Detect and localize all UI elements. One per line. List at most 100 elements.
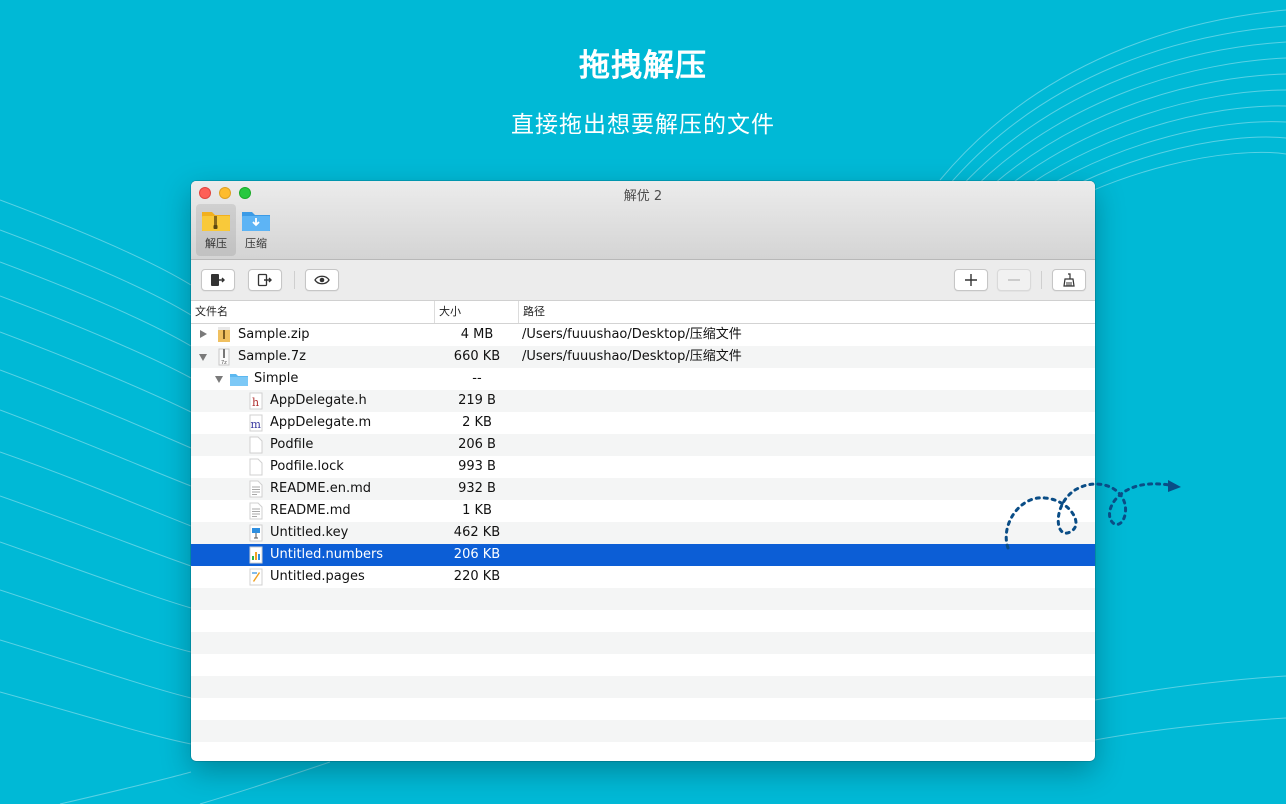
column-header-path[interactable]: 路径 [519,301,1095,323]
empty-row [191,654,1095,676]
text-document-icon [249,480,263,498]
mode-tabs: 解压 压缩 [196,204,276,256]
file-name: Podfile.lock [270,459,344,474]
add-button[interactable] [954,269,988,291]
table-header: 文件名 大小 路径 [191,301,1095,324]
pages-file-icon [249,568,263,586]
table-row[interactable]: h AppDelegate.h 219 B [191,390,1095,412]
clean-button[interactable] [1052,269,1086,291]
column-header-size[interactable]: 大小 [435,301,519,323]
column-header-name[interactable]: 文件名 [191,301,435,323]
name-cell: m AppDelegate.m [191,412,435,434]
table-row[interactable]: Simple -- [191,368,1095,390]
name-cell: README.en.md [191,478,435,500]
minus-icon [1008,279,1020,281]
file-size: 462 KB [453,525,501,540]
file-name: README.md [270,503,351,518]
clean-broom-icon [1063,273,1075,287]
name-cell: Untitled.numbers [191,544,435,566]
objc-file-icon: m [249,414,263,432]
toolbar-separator [294,271,295,289]
preview-button[interactable] [305,269,339,291]
export-button[interactable] [248,269,282,291]
titlebar: 解优 2 解压 压缩 [191,181,1095,260]
file-name: README.en.md [270,481,371,496]
plus-icon [965,274,977,286]
folder-icon [230,374,248,386]
empty-row [191,588,1095,610]
tab-extract-label: 解压 [205,237,227,250]
file-name: Untitled.numbers [270,547,384,562]
file-name: AppDelegate.h [270,393,367,408]
folder-name: Simple [254,371,299,386]
empty-row [191,720,1095,742]
numbers-file-icon [249,546,263,564]
table-row-selected[interactable]: Untitled.numbers 206 KB [191,544,1095,566]
zip-file-icon [218,327,230,342]
download-folder-icon [242,212,270,231]
export-icon [257,273,272,287]
name-cell: 7z Sample.7z [191,346,435,368]
file-name: Sample.zip [238,327,310,342]
remove-button[interactable] [997,269,1031,291]
document-icon [249,458,263,476]
table-row[interactable]: Untitled.key 462 KB [191,522,1095,544]
name-cell: Podfile.lock [191,456,435,478]
name-cell: h AppDelegate.h [191,390,435,412]
toolbar [191,260,1095,301]
table-row[interactable]: README.en.md 932 B [191,478,1095,500]
table-row[interactable]: 7z Sample.7z 660 KB /Users/fuuushao/Desk… [191,346,1095,368]
file-list: Sample.zip 4 MB /Users/fuuushao/Desktop/… [191,324,1095,761]
file-name: Sample.7z [238,349,306,364]
file-size: 206 KB [453,547,501,562]
disclosure-expanded-icon[interactable] [199,354,207,361]
table-row[interactable]: Podfile.lock 993 B [191,456,1095,478]
banner-subtitle: 直接拖出想要解压的文件 [511,112,775,138]
name-cell: README.md [191,500,435,522]
text-document-icon [249,502,263,520]
file-path: /Users/fuuushao/Desktop/压缩文件 [522,327,742,342]
table-row[interactable]: README.md 1 KB [191,500,1095,522]
disclosure-collapsed-icon[interactable] [200,330,207,338]
document-icon [249,436,263,454]
svg-text:m: m [251,418,262,431]
svg-text:7z: 7z [221,360,227,366]
name-cell: Untitled.key [191,522,435,544]
file-name: Untitled.pages [270,569,365,584]
file-size: 4 MB [460,327,494,342]
empty-row [191,676,1095,698]
empty-row [191,698,1095,720]
file-name: Untitled.key [270,525,349,540]
tab-compress[interactable]: 压缩 [236,204,276,256]
preview-eye-icon [314,275,330,285]
svg-text:h: h [252,396,259,409]
table-row[interactable]: Podfile 206 B [191,434,1095,456]
file-size: 2 KB [462,415,492,430]
table-row[interactable]: Sample.zip 4 MB /Users/fuuushao/Desktop/… [191,324,1095,346]
file-name: AppDelegate.m [270,415,372,430]
drag-path-arrow-icon [1004,480,1181,550]
window-title: 解优 2 [623,189,663,204]
file-size: 219 B [458,393,496,408]
file-size: 993 B [458,459,496,474]
name-cell: Sample.zip [191,324,435,346]
app-window: 解优 2 解压 压缩 文件名 大小 路径 Sample.zip 4 MB /Us… [191,181,1095,761]
file-size: 932 B [458,481,496,496]
extract-button[interactable] [201,269,235,291]
banner-title: 拖拽解压 [579,48,707,84]
empty-row [191,632,1095,654]
header-file-icon: h [249,392,263,410]
table-row[interactable]: m AppDelegate.m 2 KB [191,412,1095,434]
extract-icon [211,274,225,286]
file-path: /Users/fuuushao/Desktop/压缩文件 [522,349,742,364]
name-cell: Simple [191,368,435,390]
name-cell: Untitled.pages [191,566,435,588]
tab-extract[interactable]: 解压 [196,204,236,256]
file-size: 660 KB [453,349,501,364]
file-size: 220 KB [453,569,501,584]
keynote-file-icon [249,524,263,542]
disclosure-expanded-icon[interactable] [215,376,223,383]
table-row[interactable]: Untitled.pages 220 KB [191,566,1095,588]
file-size: 206 B [458,437,496,452]
file-size: 1 KB [462,503,492,518]
